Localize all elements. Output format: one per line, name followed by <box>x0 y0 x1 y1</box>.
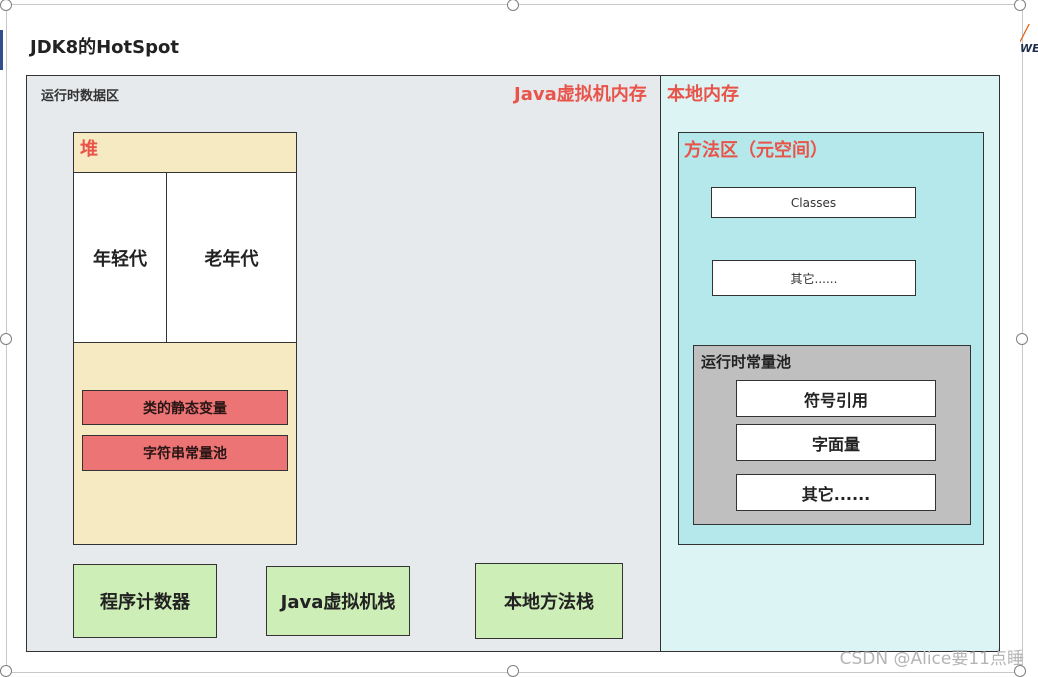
resize-handle-middle-right[interactable] <box>1016 333 1028 345</box>
watermark: CSDN @Alice要11点睡 <box>839 649 1024 669</box>
resize-handle-bottom-middle[interactable] <box>507 665 519 677</box>
slide-title: JDK8的HotSpot <box>30 37 179 58</box>
static-variables-box: 类的静态变量 <box>82 390 288 425</box>
runtime-constant-pool-label: 运行时常量池 <box>701 353 792 371</box>
corner-logo-icon: ╱ WE <box>1020 24 1038 55</box>
resize-handle-middle-left[interactable] <box>0 333 12 345</box>
resize-handle-top-right[interactable] <box>1014 0 1026 11</box>
native-memory-label: 本地内存 <box>667 84 739 105</box>
method-area-others-box: 其它...... <box>712 260 916 296</box>
runtime-data-area-label: 运行时数据区 <box>41 89 120 104</box>
resize-handle-top-middle[interactable] <box>507 0 519 11</box>
string-constant-pool-box: 字符串常量池 <box>82 435 288 471</box>
symbol-reference-box: 符号引用 <box>736 380 936 417</box>
resize-handle-bottom-left[interactable] <box>0 665 12 677</box>
jvm-stack-box: Java虚拟机栈 <box>266 566 410 636</box>
heap-label: 堆 <box>80 139 98 160</box>
slide-edge-strip <box>0 30 3 70</box>
method-area-label: 方法区（元空间） <box>684 140 828 161</box>
literal-box: 字面量 <box>736 424 936 461</box>
diagram-canvas: ╱ WE JDK8的HotSpot 运行时数据区 Java虚拟机内存 本地内存 堆… <box>0 0 1038 677</box>
resize-handle-top-left[interactable] <box>0 0 12 11</box>
constant-pool-others-box: 其它...... <box>736 474 936 511</box>
jvm-memory-label: Java虚拟机内存 <box>514 84 647 105</box>
old-generation-box: 老年代 <box>166 172 297 343</box>
program-counter-box: 程序计数器 <box>73 564 217 638</box>
native-method-stack-box: 本地方法栈 <box>475 563 623 639</box>
young-generation-box: 年轻代 <box>73 172 167 343</box>
classes-box: Classes <box>711 187 916 218</box>
